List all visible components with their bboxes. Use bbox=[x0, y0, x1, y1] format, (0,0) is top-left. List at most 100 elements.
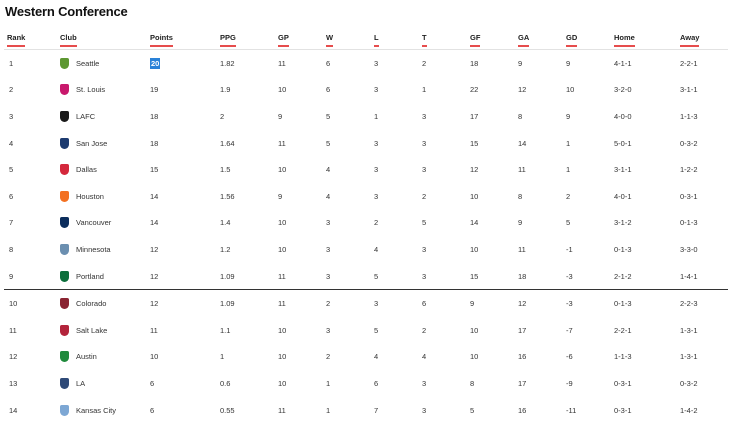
club-name[interactable]: San Jose bbox=[76, 139, 107, 148]
col-header-gp[interactable]: GP bbox=[278, 30, 326, 50]
club-name[interactable]: Dallas bbox=[76, 165, 97, 174]
club-cell[interactable]: Houston bbox=[40, 183, 150, 210]
table-row[interactable]: 3 LAFC 18 2 9 5 1 3 17 8 9 4-0-0 1-1-3 bbox=[4, 103, 728, 130]
club-cell[interactable]: Austin bbox=[40, 344, 150, 371]
gd-cell: -3 bbox=[566, 271, 573, 281]
club-name[interactable]: Minnesota bbox=[76, 245, 111, 254]
ppg-cell: 1.09 bbox=[220, 289, 278, 317]
rank-cell: 14 bbox=[9, 405, 18, 415]
club-name[interactable]: Seattle bbox=[76, 59, 99, 68]
home-cell: 2-1-2 bbox=[614, 271, 632, 281]
col-header-ppg[interactable]: PPG bbox=[220, 30, 278, 50]
table-row[interactable]: 5 Dallas 15 1.5 10 4 3 3 12 11 1 3-1-1 1-2-2 bbox=[4, 156, 728, 183]
w-cell: 3 bbox=[326, 271, 331, 281]
col-header-w[interactable]: W bbox=[326, 30, 374, 50]
away-cell: 1-4-2 bbox=[680, 405, 698, 415]
club-name[interactable]: Salt Lake bbox=[76, 326, 107, 335]
col-header-l[interactable]: L bbox=[374, 30, 422, 50]
club-crest-icon bbox=[60, 243, 69, 255]
l-cell: 1 bbox=[374, 111, 379, 121]
club-cell[interactable]: Minnesota bbox=[40, 236, 150, 263]
points-cell: 12 bbox=[150, 271, 159, 281]
club-cell[interactable]: LA bbox=[40, 370, 150, 397]
club-crest-icon bbox=[60, 404, 69, 416]
gp-cell: 10 bbox=[278, 378, 287, 388]
club-cell[interactable]: Salt Lake bbox=[40, 317, 150, 344]
table-row[interactable]: 12 Austin 10 1 10 2 4 4 10 16 -6 1-1-3 1-3-1 bbox=[4, 344, 728, 371]
points-cell: 12 bbox=[150, 244, 159, 254]
gf-cell: 10 bbox=[470, 244, 479, 254]
ga-cell: 8 bbox=[518, 111, 523, 121]
gd-cell: -9 bbox=[566, 378, 573, 388]
table-row[interactable]: 6 Houston 14 1.56 9 4 3 2 10 8 2 4-0-1 0-3-1 bbox=[4, 183, 728, 210]
table-row[interactable]: 9 Portland 12 1.09 11 3 5 3 15 18 -3 2-1-2 1-4-1 bbox=[4, 263, 728, 290]
gd-cell: 5 bbox=[566, 218, 571, 228]
table-row[interactable]: 13 LA 6 0.6 10 1 6 3 8 17 -9 0-3-1 0-3-2 bbox=[4, 370, 728, 397]
club-crest-icon bbox=[60, 298, 69, 310]
ga-cell: 9 bbox=[518, 58, 523, 68]
rank-cell: 2 bbox=[9, 85, 14, 95]
club-cell[interactable]: St. Louis bbox=[40, 77, 150, 104]
w-cell: 2 bbox=[326, 289, 374, 317]
col-header-ga[interactable]: GA bbox=[518, 30, 566, 50]
table-row[interactable]: 11 Salt Lake 11 1.1 10 3 5 2 10 17 -7 2-2-1 1-3-1 bbox=[4, 317, 728, 344]
col-header-rank[interactable]: Rank bbox=[4, 30, 40, 50]
club-cell[interactable]: San Jose bbox=[40, 130, 150, 157]
table-row[interactable]: 10 Colorado 12 1.09 11 2 3 6 9 12 -3 0-1-3 2-2-3 bbox=[4, 289, 728, 317]
col-header-t[interactable]: T bbox=[422, 30, 470, 50]
club-name[interactable]: Austin bbox=[76, 352, 97, 361]
col-header-gf[interactable]: GF bbox=[470, 30, 518, 50]
club-cell[interactable]: Vancouver bbox=[40, 210, 150, 237]
club-name[interactable]: Vancouver bbox=[76, 218, 111, 227]
t-cell: 6 bbox=[422, 289, 470, 317]
club-cell[interactable]: LAFC bbox=[40, 103, 150, 130]
table-row[interactable]: 4 San Jose 18 1.64 11 5 3 3 15 14 1 5-0-1 0-3-2 bbox=[4, 130, 728, 157]
club-name[interactable]: Houston bbox=[76, 192, 104, 201]
col-header-away[interactable]: Away bbox=[680, 30, 728, 50]
l-cell: 3 bbox=[374, 289, 422, 317]
points-cell: 19 bbox=[150, 85, 159, 95]
header-row: Rank Club Points PPG GP W L T GF GA GD H… bbox=[4, 30, 728, 50]
l-cell: 6 bbox=[374, 378, 379, 388]
club-name[interactable]: LAFC bbox=[76, 112, 95, 121]
club-crest-icon bbox=[60, 270, 69, 282]
table-row[interactable]: 14 Kansas City 6 0.55 11 1 7 3 5 16 -11 0-3-1 1-4-2 bbox=[4, 397, 728, 424]
club-name[interactable]: Portland bbox=[76, 272, 104, 281]
club-name[interactable]: LA bbox=[76, 379, 85, 388]
gd-cell: 2 bbox=[566, 191, 571, 201]
ga-cell: 11 bbox=[518, 165, 526, 175]
ppg-cell: 0.55 bbox=[220, 405, 235, 415]
table-row[interactable]: 1 Seattle 20 1.82 11 6 3 2 18 9 9 4-1-1 2-2-1 bbox=[4, 50, 728, 77]
club-name[interactable]: St. Louis bbox=[76, 85, 105, 94]
points-cell: 18 bbox=[150, 111, 159, 121]
away-cell: 3-1-1 bbox=[680, 85, 698, 95]
club-cell[interactable]: Seattle bbox=[40, 50, 150, 77]
table-row[interactable]: 7 Vancouver 14 1.4 10 3 2 5 14 9 5 3-1-2 0-1-3 bbox=[4, 210, 728, 237]
gp-cell: 9 bbox=[278, 191, 283, 201]
table-row[interactable]: 2 St. Louis 19 1.9 10 6 3 1 22 12 10 3-2-0 3-1-1 bbox=[4, 77, 728, 104]
home-cell: 4-0-1 bbox=[614, 191, 632, 201]
col-header-club[interactable]: Club bbox=[40, 30, 150, 50]
ga-cell: 16 bbox=[518, 405, 527, 415]
club-cell[interactable]: Kansas City bbox=[40, 397, 150, 424]
w-cell: 5 bbox=[326, 111, 331, 121]
col-header-home[interactable]: Home bbox=[614, 30, 680, 50]
t-cell: 3 bbox=[422, 405, 427, 415]
col-header-gd[interactable]: GD bbox=[566, 30, 614, 50]
home-cell: 0-3-1 bbox=[614, 405, 632, 415]
gf-cell: 8 bbox=[470, 378, 475, 388]
ppg-cell: 1.64 bbox=[220, 138, 235, 148]
club-name[interactable]: Kansas City bbox=[76, 406, 116, 415]
club-cell[interactable]: Portland bbox=[40, 263, 150, 290]
ga-cell: 12 bbox=[518, 85, 527, 95]
w-cell: 4 bbox=[326, 191, 331, 201]
col-header-points[interactable]: Points bbox=[150, 30, 220, 50]
club-cell[interactable]: Dallas bbox=[40, 156, 150, 183]
club-cell[interactable]: Colorado bbox=[40, 289, 150, 317]
rank-cell: 3 bbox=[9, 111, 14, 121]
gd-cell: 9 bbox=[566, 58, 571, 68]
t-cell: 2 bbox=[422, 191, 427, 201]
l-cell: 5 bbox=[374, 271, 379, 281]
club-name[interactable]: Colorado bbox=[76, 299, 106, 308]
table-row[interactable]: 8 Minnesota 12 1.2 10 3 4 3 10 11 -1 0-1-3 3-3-0 bbox=[4, 236, 728, 263]
